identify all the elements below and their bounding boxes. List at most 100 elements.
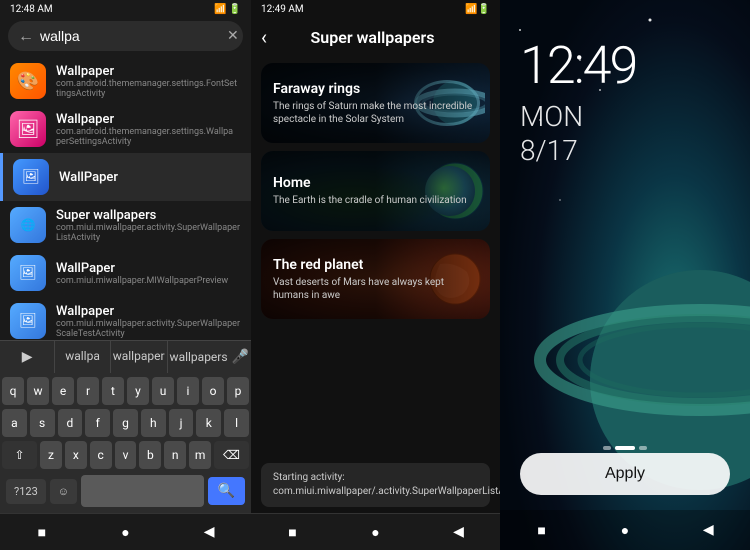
nav-home[interactable]: ● <box>115 522 135 542</box>
status-icons-mid: 📶🔋 <box>465 4 490 15</box>
list-item[interactable]: 🖼 WallPaper com.miui.miwallpaper.MIWallp… <box>0 249 251 297</box>
key-b[interactable]: b <box>139 441 161 469</box>
preview-day: MON <box>520 100 583 134</box>
keyboard: q w e r t y u i o p a s d f g h j k l ⇧ … <box>0 373 251 513</box>
key-z[interactable]: z <box>40 441 62 469</box>
app-name: Super wallpapers <box>56 208 241 223</box>
app-name: Wallpaper <box>56 64 241 79</box>
key-j[interactable]: j <box>169 409 194 437</box>
status-bar-mid: 12:49 AM 📶🔋 <box>251 0 500 17</box>
panel-preview: 12:49 MON 8/17 Apply ■ ● ◀ <box>500 0 750 550</box>
key-v[interactable]: v <box>115 441 137 469</box>
clear-icon[interactable]: ✕ <box>227 28 239 44</box>
key-o[interactable]: o <box>202 377 224 405</box>
app-pkg: com.miui.miwallpaper.MIWallpaperPreview <box>56 276 241 286</box>
wp-cards: Faraway rings The rings of Saturn make t… <box>251 57 500 457</box>
nav-home-mid[interactable]: ● <box>366 522 386 542</box>
key-backspace[interactable]: ⌫ <box>214 441 249 469</box>
indicator-1 <box>603 446 611 450</box>
wp-card-title: The red planet <box>273 257 478 273</box>
nav-recent-mid[interactable]: ■ <box>283 522 303 542</box>
nav-back-right[interactable]: ◀ <box>698 520 718 540</box>
key-t[interactable]: t <box>102 377 124 405</box>
list-item[interactable]: 🖼 Wallpaper com.miui.miwallpaper.activit… <box>0 297 251 340</box>
time-left: 12:48 AM <box>10 4 53 15</box>
key-u[interactable]: u <box>152 377 174 405</box>
key-i[interactable]: i <box>177 377 199 405</box>
wp-card-overlay: Home The Earth is the cradle of human ci… <box>261 151 490 231</box>
kb-row-2: a s d f g h j k l <box>2 409 249 437</box>
indicator-2 <box>615 446 635 450</box>
nav-bar-mid: ■ ● ◀ <box>251 513 500 550</box>
nav-back[interactable]: ◀ <box>199 522 219 542</box>
wp-card-title: Home <box>273 175 478 191</box>
wp-card-title: Faraway rings <box>273 81 478 97</box>
key-w[interactable]: w <box>27 377 49 405</box>
wp-header-title: Super wallpapers <box>275 28 490 47</box>
key-num[interactable]: ?123 <box>6 479 46 504</box>
wp-card-rings[interactable]: Faraway rings The rings of Saturn make t… <box>261 63 490 143</box>
app-icon: 🖼 <box>10 303 46 339</box>
suggestion-wallpa[interactable]: wallpa <box>55 341 110 373</box>
app-icon: 🌐 <box>10 207 46 243</box>
apply-button[interactable]: Apply <box>520 453 730 495</box>
key-s[interactable]: s <box>30 409 55 437</box>
wp-card-earth[interactable]: Home The Earth is the cradle of human ci… <box>261 151 490 231</box>
key-n[interactable]: n <box>164 441 186 469</box>
key-g[interactable]: g <box>113 409 138 437</box>
key-emoji[interactable]: ☺ <box>50 479 77 504</box>
preview-date-num: 8/17 <box>520 134 583 168</box>
key-r[interactable]: r <box>77 377 99 405</box>
indicator-3 <box>639 446 647 450</box>
wp-card-desc: Vast deserts of Mars have always kept hu… <box>273 276 478 302</box>
app-pkg: com.android.thememanager.settings.FontSe… <box>56 79 241 99</box>
back-icon[interactable]: ← <box>18 26 34 46</box>
kb-row-1: q w e r t y u i o p <box>2 377 249 405</box>
app-name: Wallpaper <box>56 112 241 127</box>
suggestion-wallpapers[interactable]: wallpapers 🎤 <box>168 341 251 373</box>
preview-date: MON 8/17 <box>520 100 583 167</box>
key-m[interactable]: m <box>189 441 211 469</box>
list-item-selected[interactable]: 🖼 WallPaper <box>0 153 251 201</box>
list-item[interactable]: 🖼 Wallpaper com.android.thememanager.set… <box>0 105 251 153</box>
search-input[interactable] <box>40 28 221 44</box>
key-space[interactable] <box>81 475 204 507</box>
key-search[interactable]: 🔍 <box>208 477 245 505</box>
key-shift[interactable]: ⇧ <box>2 441 37 469</box>
preview-clock: 12:49 <box>520 40 636 92</box>
list-item[interactable]: 🌐 Super wallpapers com.miui.miwallpaper.… <box>0 201 251 249</box>
key-d[interactable]: d <box>58 409 83 437</box>
key-x[interactable]: x <box>65 441 87 469</box>
app-name: WallPaper <box>56 261 241 276</box>
toast-message: Starting activity:com.miui.miwallpaper/.… <box>261 463 490 507</box>
key-e[interactable]: e <box>52 377 74 405</box>
key-q[interactable]: q <box>2 377 24 405</box>
key-p[interactable]: p <box>227 377 249 405</box>
suggestion-item[interactable]: ▶ <box>0 341 55 373</box>
key-a[interactable]: a <box>2 409 27 437</box>
key-c[interactable]: c <box>90 441 112 469</box>
search-bar[interactable]: ← ✕ ⋮ <box>8 21 243 51</box>
nav-recent[interactable]: ■ <box>32 522 52 542</box>
key-y[interactable]: y <box>127 377 149 405</box>
wp-card-overlay: The red planet Vast deserts of Mars have… <box>261 239 490 319</box>
keyboard-suggestions: ▶ wallpa wallpaper wallpapers 🎤 <box>0 340 251 373</box>
wp-card-overlay: Faraway rings The rings of Saturn make t… <box>261 63 490 143</box>
nav-recent-right[interactable]: ■ <box>532 520 552 540</box>
suggestion-wallpaper[interactable]: wallpaper <box>111 341 168 373</box>
wp-card-mars[interactable]: The red planet Vast deserts of Mars have… <box>261 239 490 319</box>
key-f[interactable]: f <box>85 409 110 437</box>
list-item[interactable]: 🎨 Wallpaper com.android.thememanager.set… <box>0 57 251 105</box>
signal-icons: 📶 🔋 <box>214 4 241 15</box>
app-icon: 🎨 <box>10 63 46 99</box>
nav-back-mid[interactable]: ◀ <box>449 522 469 542</box>
key-h[interactable]: h <box>141 409 166 437</box>
wp-header: ‹ Super wallpapers <box>251 17 500 57</box>
nav-home-right[interactable]: ● <box>615 520 635 540</box>
back-arrow-mid[interactable]: ‹ <box>261 25 267 49</box>
key-k[interactable]: k <box>196 409 221 437</box>
app-icon: 🖼 <box>10 111 46 147</box>
app-pkg: com.miui.miwallpaper.activity.SuperWallp… <box>56 319 241 339</box>
key-l[interactable]: l <box>224 409 249 437</box>
panel-wallpapers: 12:49 AM 📶🔋 ‹ Super wallpapers Faraway r… <box>251 0 500 550</box>
